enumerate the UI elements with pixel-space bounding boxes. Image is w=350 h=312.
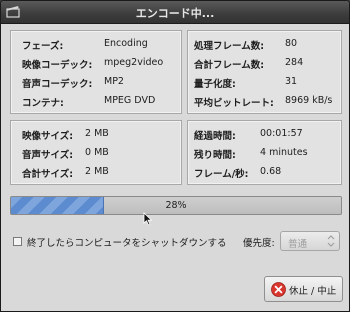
audio-size-value: 0 MB: [85, 147, 109, 158]
video-codec-label: 映像コーデック:: [22, 60, 93, 71]
video-size-label: 映像サイズ:: [22, 131, 74, 142]
total-size-value: 2 MB: [85, 166, 109, 177]
timing-panel: 経過時間: 00:01:57 残り時間: 4 minutes フレーム/秒: 0…: [187, 120, 342, 185]
total-size-label: 合計サイズ:: [22, 169, 74, 180]
pause-stop-label: 休止 / 中止: [289, 286, 337, 297]
fps-label: フレーム/秒:: [194, 169, 249, 180]
fps-value: 0.68: [260, 166, 282, 177]
phase-label: フェーズ:: [22, 41, 64, 52]
priority-label: 優先度:: [243, 238, 275, 249]
video-codec-value: mpeg2video: [104, 57, 164, 68]
audio-codec-value: MP2: [104, 76, 124, 87]
audio-codec-label: 音声コーデック:: [22, 79, 93, 90]
audio-size-label: 音声サイズ:: [22, 150, 74, 161]
video-size-value: 2 MB: [85, 128, 109, 139]
container-value: MPEG DVD: [104, 95, 156, 106]
remaining-time-value: 4 minutes: [260, 147, 308, 158]
shutdown-checkbox-label[interactable]: 終了したらコンピュータをシャットダウンする: [27, 235, 227, 249]
processed-frames-label: 処理フレーム数:: [194, 41, 265, 52]
spinner-arrows-icon: [327, 235, 335, 247]
progress-percent-text: 28%: [165, 200, 187, 211]
stop-x-icon: [271, 282, 286, 297]
total-frames-value: 284: [285, 57, 304, 68]
window-title: エンコード中...: [135, 7, 215, 20]
container-label: コンテナ:: [22, 98, 64, 109]
frame-stats-panel: 処理フレーム数: 80 合計フレーム数: 284 量子化度: 31 平均ビットレ…: [187, 30, 342, 114]
title-bar[interactable]: エンコード中...: [1, 1, 349, 24]
pause-stop-button[interactable]: 休止 / 中止: [264, 276, 343, 302]
quantizer-label: 量子化度:: [194, 79, 236, 90]
priority-value: 普通: [288, 239, 308, 250]
phase-value: Encoding: [104, 38, 148, 49]
shutdown-checkbox[interactable]: [13, 237, 22, 246]
elapsed-time-value: 00:01:57: [260, 128, 303, 139]
processed-frames-value: 80: [285, 38, 298, 49]
avg-bitrate-value: 8969 kB/s: [285, 95, 333, 106]
total-frames-label: 合計フレーム数:: [194, 60, 265, 71]
encode-dialog: エンコード中... フェーズ: Encoding 映像コーデック: mpeg2v…: [0, 0, 350, 312]
sizes-panel: 映像サイズ: 2 MB 音声サイズ: 0 MB 合計サイズ: 2 MB: [10, 120, 182, 185]
remaining-time-label: 残り時間:: [194, 150, 236, 161]
priority-select[interactable]: 普通: [280, 231, 340, 251]
avg-bitrate-label: 平均ビットレート:: [194, 98, 274, 109]
codec-info-panel: フェーズ: Encoding 映像コーデック: mpeg2video 音声コーデ…: [10, 30, 182, 114]
encode-progress-bar: 28%: [10, 196, 342, 215]
elapsed-time-label: 経過時間:: [194, 131, 236, 142]
quantizer-value: 31: [285, 76, 298, 87]
mouse-pointer-icon: [143, 212, 153, 226]
